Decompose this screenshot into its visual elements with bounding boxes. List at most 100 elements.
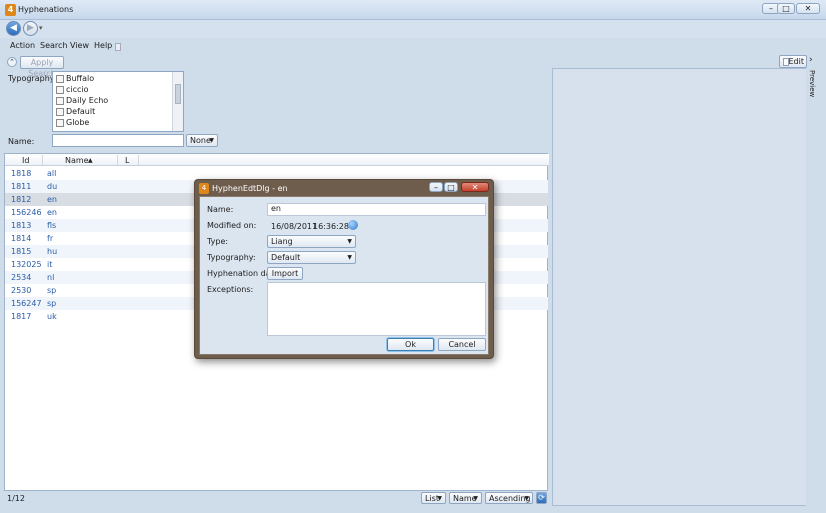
typography-list[interactable]: Buffalo ciccio Daily Echo Default Globe: [52, 71, 184, 132]
chevron-down-icon: ▼: [209, 137, 214, 144]
cell-id: 2534: [11, 273, 32, 282]
name-search-input[interactable]: [52, 134, 184, 147]
hyphen-edit-dialog: 4 HyphenEdtDlg - en – □ ✕ Name: en Modif…: [194, 179, 494, 359]
cell-id: 156247: [11, 299, 42, 308]
cell-id: 1818: [11, 169, 32, 178]
cell-name: uk: [47, 312, 57, 321]
chevron-down-icon: ▼: [347, 254, 352, 261]
match-mode-value: None: [190, 136, 211, 145]
cell-name: du: [47, 182, 58, 191]
typography-label: Typography:: [8, 74, 57, 83]
cell-name: en: [47, 208, 57, 217]
title-bar: [0, 0, 826, 20]
cell-name: all: [47, 169, 57, 178]
column-language[interactable]: L: [125, 156, 129, 165]
import-button[interactable]: Import: [267, 267, 303, 280]
cell-name: fr: [47, 234, 54, 243]
edit-label: Edit: [788, 57, 805, 66]
history-dropdown-icon[interactable]: ▾: [39, 24, 43, 32]
typography-item[interactable]: Default: [66, 107, 95, 116]
dlg-name-label: Name:: [207, 205, 234, 214]
forward-button[interactable]: ▶: [23, 21, 38, 36]
typography-checkbox[interactable]: [56, 119, 64, 127]
typography-item[interactable]: Globe: [66, 118, 89, 127]
maximize-button[interactable]: □: [777, 3, 795, 14]
dialog-body: Name: en Modified on: 16/08/2011 16:36:2…: [199, 196, 489, 355]
apply-search-button[interactable]: Apply Search: [20, 56, 64, 78]
type-value: Liang: [271, 237, 293, 246]
dialog-title: HyphenEdtDlg - en: [212, 184, 288, 193]
collapse-panel-icon[interactable]: ›: [809, 55, 819, 67]
exceptions-textarea[interactable]: [267, 282, 486, 336]
match-mode-select[interactable]: None ▼: [186, 134, 218, 147]
cell-id: 1812: [11, 195, 32, 204]
cell-name: sp: [47, 286, 57, 295]
cell-id: 1815: [11, 247, 32, 256]
app-icon: 4: [5, 4, 16, 16]
modified-date: 16/08/2011: [271, 222, 318, 231]
info-icon[interactable]: [348, 220, 358, 230]
collapse-search-icon[interactable]: ⌃: [7, 57, 17, 67]
refresh-button[interactable]: ⟳: [536, 492, 547, 504]
navigation-bar: [0, 20, 826, 38]
typography-select[interactable]: Default ▼: [267, 251, 356, 264]
cell-id: 156246: [11, 208, 42, 217]
cell-name: en: [47, 195, 57, 204]
cell-name: nl: [47, 273, 55, 282]
cell-id: 1817: [11, 312, 32, 321]
cell-id: 2530: [11, 286, 32, 295]
window-title: Hyphenations: [18, 5, 74, 14]
dlg-name-field[interactable]: en: [267, 203, 486, 216]
edit-button[interactable]: Edit: [779, 55, 807, 68]
name-label: Name:: [8, 137, 35, 146]
exceptions-label: Exceptions:: [207, 285, 254, 294]
dlg-typography-label: Typography:: [207, 253, 256, 262]
typography-checkbox[interactable]: [56, 108, 64, 116]
view-mode-select[interactable]: List ▼: [421, 492, 446, 504]
edit-icon: [783, 58, 789, 66]
sort-ascending-icon: ▲: [88, 157, 93, 164]
preview-panel: [552, 68, 807, 506]
cancel-button[interactable]: Cancel: [438, 338, 486, 351]
menu-help[interactable]: Help: [94, 41, 112, 50]
type-select[interactable]: Liang ▼: [267, 235, 356, 248]
side-strip: Preview: [806, 68, 824, 506]
type-label: Type:: [207, 237, 229, 246]
modified-time: 16:36:28: [313, 222, 349, 231]
close-button[interactable]: ✕: [796, 3, 820, 14]
cell-id: 1813: [11, 221, 32, 230]
sort-field-select[interactable]: Name ▼: [449, 492, 482, 504]
cell-name: it: [47, 260, 53, 269]
cell-name: sp: [47, 299, 57, 308]
typography-checkbox[interactable]: [56, 75, 64, 83]
dialog-minimize-button[interactable]: –: [429, 182, 443, 192]
menu-action[interactable]: Action: [10, 41, 35, 50]
column-id[interactable]: Id: [22, 156, 29, 165]
modified-label: Modified on:: [207, 221, 257, 230]
typography-item[interactable]: Daily Echo: [66, 96, 108, 105]
cell-name: fls: [47, 221, 57, 230]
dialog-app-icon: 4: [199, 183, 209, 194]
typography-value: Default: [271, 253, 301, 262]
menu-view[interactable]: View: [70, 41, 89, 50]
chevron-down-icon: ▼: [347, 238, 352, 245]
cell-id: 1811: [11, 182, 32, 191]
typography-item[interactable]: Buffalo: [66, 74, 94, 83]
typography-checkbox[interactable]: [56, 97, 64, 105]
dialog-maximize-button[interactable]: □: [444, 182, 458, 192]
record-count: 1/12: [7, 494, 25, 503]
menu-grip-icon: [115, 43, 121, 51]
typography-item[interactable]: ciccio: [66, 85, 89, 94]
back-button[interactable]: ◀: [6, 21, 21, 36]
cell-id: 1814: [11, 234, 32, 243]
typography-scrollbar[interactable]: [172, 72, 183, 131]
cell-id: 132025: [11, 260, 42, 269]
dialog-close-button[interactable]: ✕: [461, 182, 489, 192]
column-name[interactable]: Name: [65, 156, 89, 165]
menu-search[interactable]: Search: [40, 41, 67, 50]
preview-tab[interactable]: Preview: [808, 70, 816, 97]
sort-order-select[interactable]: Ascending ▼: [485, 492, 533, 504]
ok-button[interactable]: Ok: [387, 338, 434, 351]
typography-checkbox[interactable]: [56, 86, 64, 94]
grid-header: Id Name ▲ L: [5, 154, 549, 166]
